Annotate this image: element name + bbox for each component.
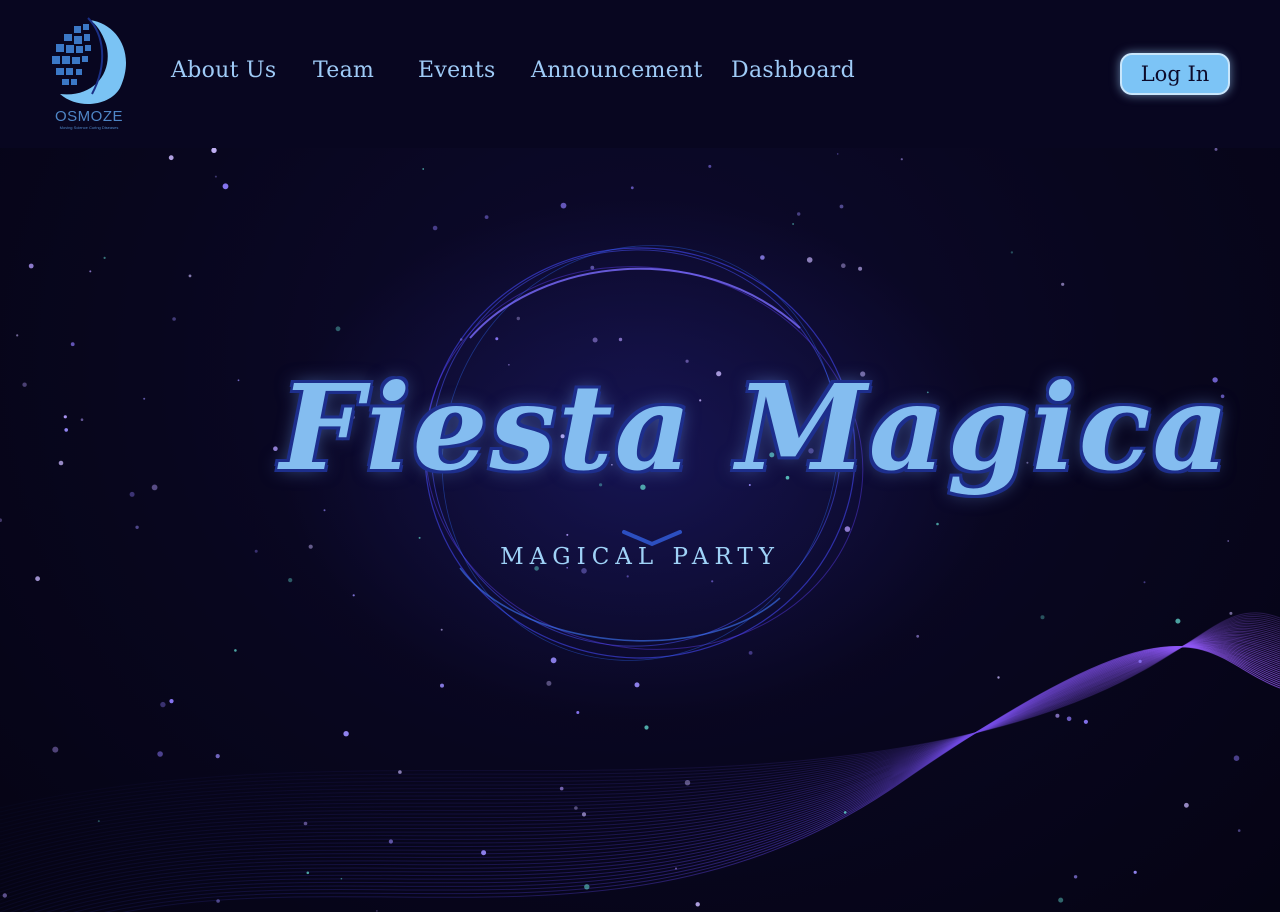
page: OSMOZE Moving Science Curing Diseases Ab… — [0, 0, 1280, 912]
nav-dashboard[interactable]: Dashboard — [731, 58, 855, 83]
osmoze-logo[interactable]: OSMOZE Moving Science Curing Diseases — [48, 14, 130, 134]
nav-announcement[interactable]: Announcement — [531, 58, 703, 83]
nav-events[interactable]: Events — [418, 58, 496, 83]
hero-section: Fiesta Magica MAGICAL PARTY — [0, 148, 1280, 912]
nav-about-us[interactable]: About Us — [171, 58, 276, 83]
hero-title: Fiesta Magica — [280, 358, 1231, 497]
logo-wordmark: OSMOZE — [54, 108, 123, 125]
hero-subtitle: MAGICAL PARTY — [500, 544, 780, 570]
header: OSMOZE Moving Science Curing Diseases Ab… — [0, 0, 1280, 148]
logo-tagline: Moving Science Curing Diseases — [59, 125, 119, 130]
nav-team[interactable]: Team — [313, 58, 374, 83]
login-button[interactable]: Log In — [1120, 53, 1230, 95]
logo-icon — [52, 17, 127, 105]
